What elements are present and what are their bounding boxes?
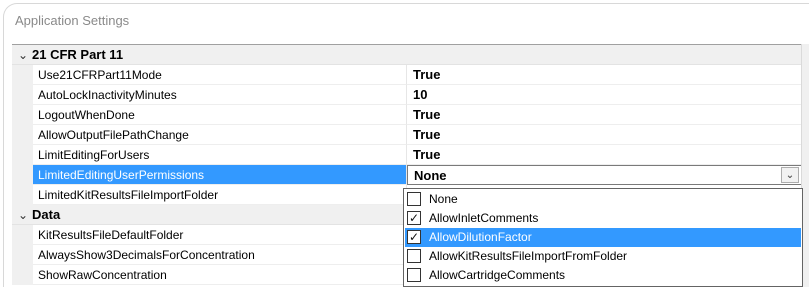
property-name[interactable]: LimitedKitResultsFileImportFolder	[33, 185, 407, 205]
property-value[interactable]: True	[407, 105, 802, 125]
property-name[interactable]: AllowOutputFilePathChange	[33, 125, 407, 145]
property-name[interactable]: AutoLockInactivityMinutes	[33, 85, 407, 105]
chevron-down-icon[interactable]: ⌄	[16, 205, 30, 225]
dropdown-item-label: None	[429, 192, 458, 206]
dropdown-item-highlighted[interactable]: ✓ AllowDilutionFactor	[405, 228, 801, 247]
property-name[interactable]: LogoutWhenDone	[33, 105, 407, 125]
property-value[interactable]: True	[407, 65, 802, 85]
property-row[interactable]: LogoutWhenDone True	[12, 105, 802, 125]
permissions-dropdown-list[interactable]: None ✓ AllowInletComments ✓ AllowDilutio…	[403, 188, 803, 287]
panel-title: Application Settings	[15, 13, 130, 28]
category-21cfr[interactable]: ⌄ 21 CFR Part 11	[12, 45, 802, 65]
property-row[interactable]: AllowOutputFilePathChange True	[12, 125, 802, 145]
chevron-down-icon[interactable]: ⌄	[16, 45, 30, 65]
property-name[interactable]: KitResultsFileDefaultFolder	[33, 225, 407, 245]
dropdown-arrow-icon[interactable]: ⌄	[781, 167, 799, 183]
checkmark-icon: ✓	[408, 211, 420, 225]
property-value-text: None	[414, 168, 447, 183]
checkmark-icon: ✓	[408, 230, 420, 244]
property-name[interactable]: Use21CFRPart11Mode	[33, 65, 407, 85]
property-value[interactable]: 10	[407, 85, 802, 105]
category-label: 21 CFR Part 11	[32, 47, 124, 62]
dropdown-item-label: AllowCartridgeComments	[429, 268, 566, 282]
dropdown-item[interactable]: AllowKitResultsFileImportFromFolder	[405, 247, 801, 266]
dropdown-item[interactable]: AllowCartridgeComments	[405, 266, 801, 285]
checkbox[interactable]	[407, 192, 421, 206]
dropdown-item[interactable]: ✓ AllowInletComments	[405, 209, 801, 228]
dropdown-item-label: AllowInletComments	[429, 211, 539, 225]
property-row[interactable]: Use21CFRPart11Mode True	[12, 65, 802, 85]
checkbox[interactable]	[407, 268, 421, 282]
dropdown-item[interactable]: None	[405, 190, 801, 209]
dropdown-item-label: AllowKitResultsFileImportFromFolder	[429, 249, 628, 263]
property-row-selected[interactable]: LimitedEditingUserPermissions None ⌄	[12, 165, 802, 185]
property-name[interactable]: AlwaysShow3DecimalsForConcentration	[33, 245, 407, 265]
property-value[interactable]: True	[407, 125, 802, 145]
checkbox[interactable]: ✓	[407, 211, 421, 225]
property-row[interactable]: LimitEditingForUsers True	[12, 145, 802, 165]
property-value[interactable]: True	[407, 145, 802, 165]
property-row[interactable]: AutoLockInactivityMinutes 10	[12, 85, 802, 105]
checkbox[interactable]	[407, 249, 421, 263]
property-value-editor[interactable]: None ⌄	[407, 165, 802, 185]
checkbox[interactable]: ✓	[407, 230, 421, 244]
property-name[interactable]: ShowRawConcentration	[33, 265, 407, 285]
property-name[interactable]: LimitedEditingUserPermissions	[33, 165, 407, 185]
property-name[interactable]: LimitEditingForUsers	[33, 145, 407, 165]
dropdown-item-label: AllowDilutionFactor	[429, 230, 532, 244]
category-label: Data	[32, 207, 61, 222]
